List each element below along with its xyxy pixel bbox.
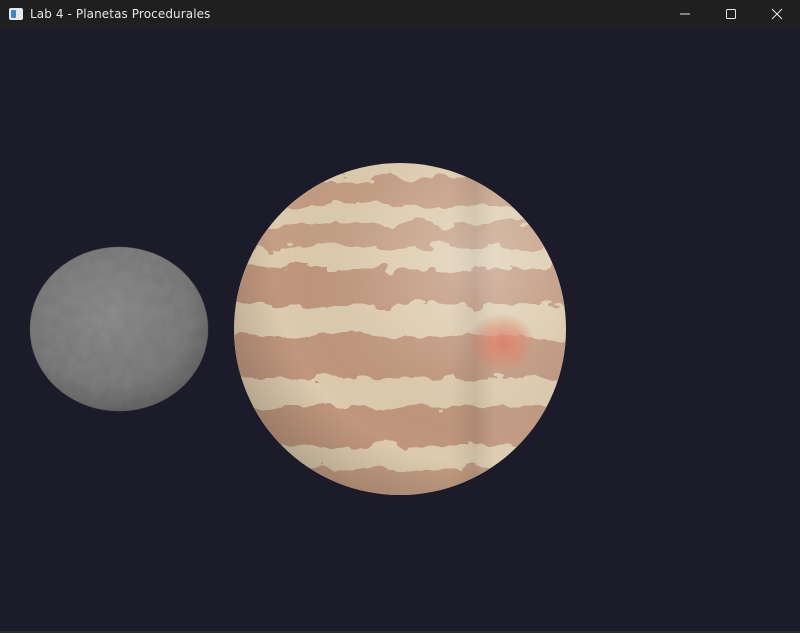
render-viewport[interactable] xyxy=(0,28,800,631)
window-controls xyxy=(662,0,800,28)
scene-canvas xyxy=(29,163,566,495)
maximize-icon xyxy=(726,9,736,19)
window-title: Lab 4 - Planetas Procedurales xyxy=(30,7,211,21)
minimize-button[interactable] xyxy=(662,0,708,28)
rocky-moon xyxy=(29,246,209,412)
minimize-icon xyxy=(680,13,690,15)
app-window-icon xyxy=(9,8,23,20)
gas-giant xyxy=(234,163,566,495)
close-button[interactable] xyxy=(754,0,800,28)
title-bar[interactable]: Lab 4 - Planetas Procedurales xyxy=(0,0,800,28)
close-icon xyxy=(771,8,783,20)
maximize-button[interactable] xyxy=(708,0,754,28)
app-window: Lab 4 - Planetas Procedurales xyxy=(0,0,800,633)
